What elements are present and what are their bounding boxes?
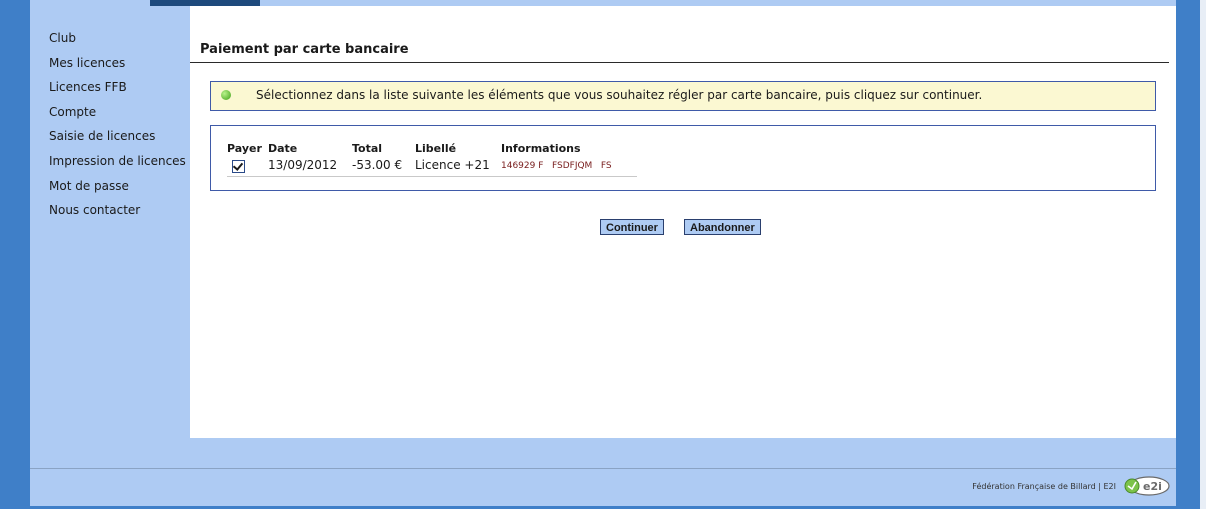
row-informations: 146929 F FSDFJQM FS (501, 161, 612, 171)
sidebar-menu: Club Mes licences Licences FFB Compte Sa… (30, 6, 190, 223)
row-libelle: Licence +21 (415, 158, 490, 172)
column-header-informations: Informations (501, 142, 581, 155)
info-message-text: Sélectionnez dans la liste suivante les … (256, 88, 983, 102)
sidebar-item-saisie-de-licences[interactable]: Saisie de licences (49, 124, 190, 149)
row-date: 13/09/2012 (268, 158, 338, 172)
sidebar-item-mes-licences[interactable]: Mes licences (49, 51, 190, 76)
window-frame-right (1176, 0, 1200, 509)
page-title: Paiement par carte bancaire (200, 42, 409, 57)
column-header-date: Date (268, 142, 298, 155)
column-header-payer: Payer (227, 142, 262, 155)
title-divider (190, 62, 1169, 63)
payer-checkbox[interactable] (232, 160, 245, 173)
continue-button[interactable]: Continuer (600, 219, 664, 235)
sidebar: Club Mes licences Licences FFB Compte Sa… (30, 6, 190, 438)
row-divider (227, 176, 637, 177)
sidebar-item-compte[interactable]: Compte (49, 100, 190, 125)
column-header-total: Total (352, 142, 383, 155)
sidebar-item-licences-ffb[interactable]: Licences FFB (49, 75, 190, 100)
sidebar-item-nous-contacter[interactable]: Nous contacter (49, 198, 190, 223)
window-frame-left (0, 0, 30, 509)
column-header-libelle: Libellé (415, 142, 457, 155)
sidebar-item-club[interactable]: Club (49, 26, 190, 51)
e2i-logo-icon[interactable]: e2i (1124, 476, 1170, 496)
footer-text: Fédération Française de Billard | E2I (972, 482, 1116, 491)
sidebar-item-mot-de-passe[interactable]: Mot de passe (49, 174, 190, 199)
footer-divider (30, 468, 1176, 469)
info-message-box: Sélectionnez dans la liste suivante les … (210, 81, 1156, 111)
payment-table: Payer Date Total Libellé Informations 13… (210, 125, 1156, 191)
row-total: -53.00 € (352, 158, 403, 172)
info-icon (221, 90, 231, 100)
sidebar-item-impression-de-licences[interactable]: Impression de licences (49, 149, 190, 174)
main-content: Paiement par carte bancaire Sélectionnez… (190, 6, 1176, 438)
footer: Fédération Française de Billard | E2I e2… (30, 438, 1176, 506)
scrollbar-edge[interactable] (1200, 0, 1206, 509)
abandon-button[interactable]: Abandonner (684, 219, 761, 235)
e2i-logo-text: e2i (1143, 480, 1162, 493)
